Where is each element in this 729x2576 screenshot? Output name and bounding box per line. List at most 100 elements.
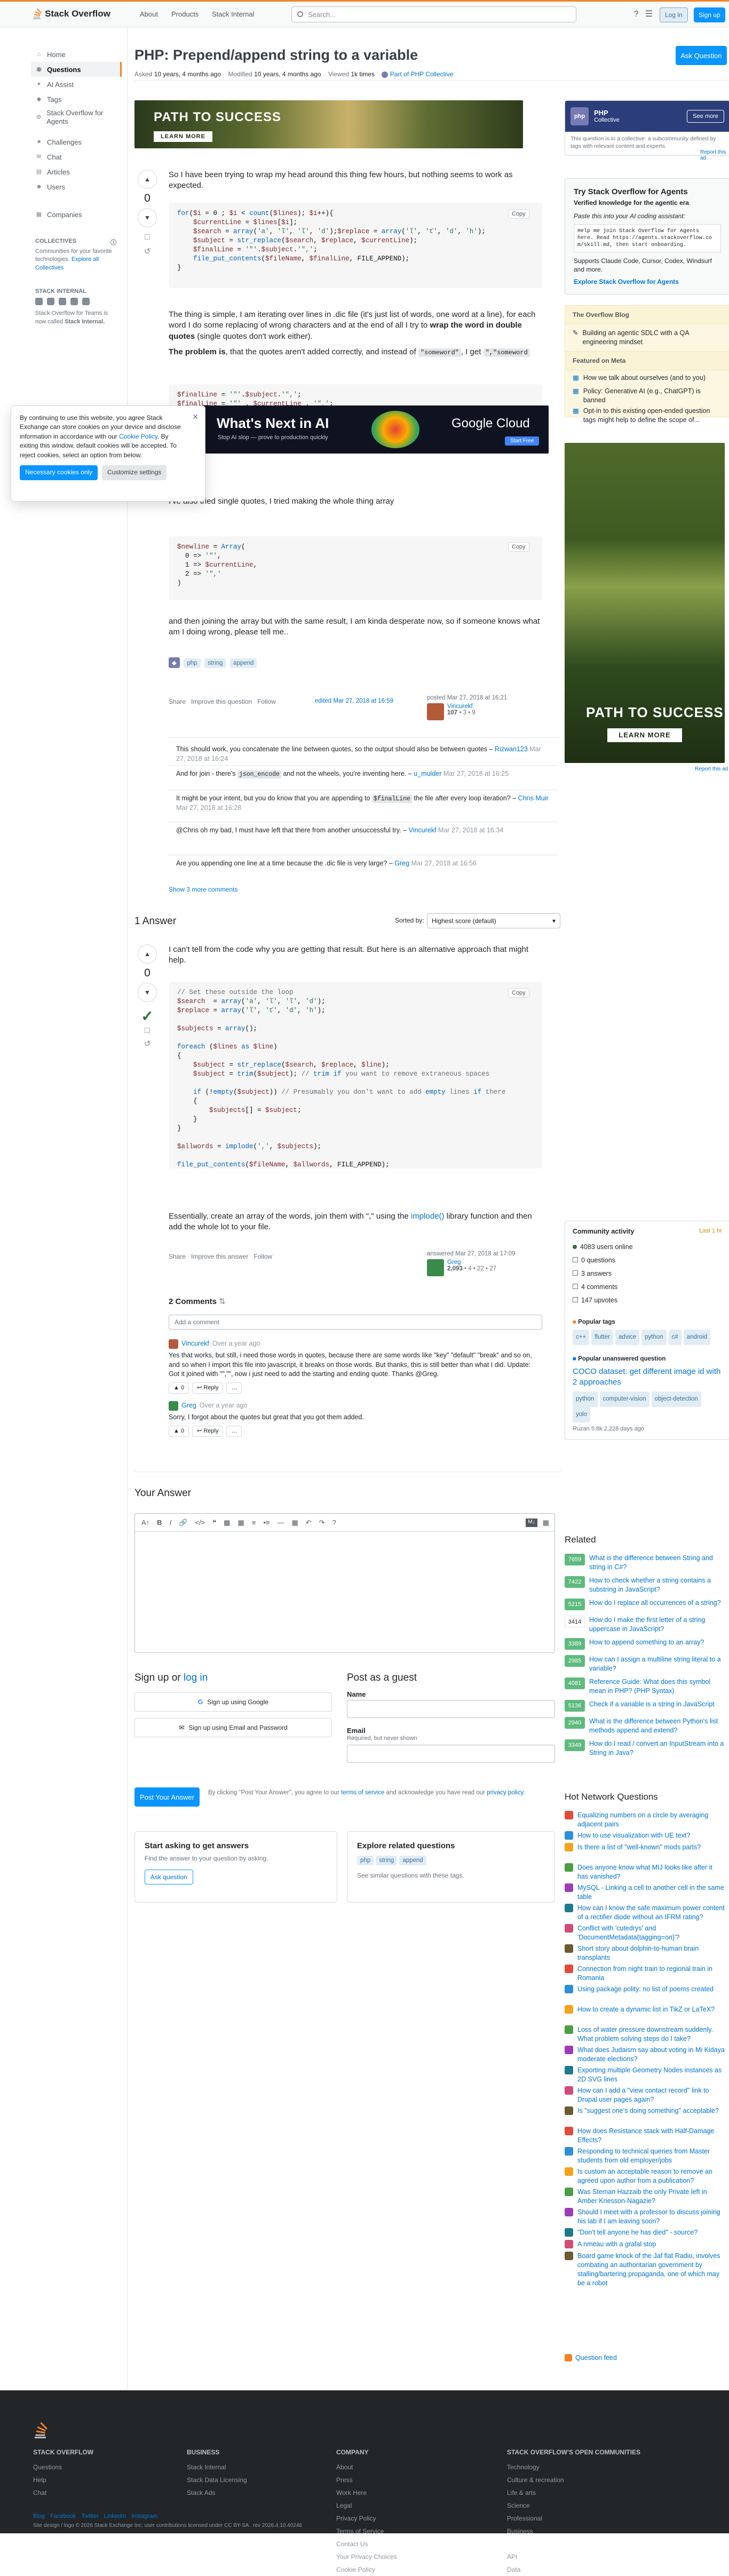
- implode-link[interactable]: implode(): [411, 1212, 445, 1221]
- ptag-0[interactable]: c++: [573, 1330, 590, 1345]
- related-link[interactable]: What is the difference between Python's …: [589, 1717, 725, 1735]
- footer-link[interactable]: Business: [507, 2525, 640, 2538]
- answer-upvote-button[interactable]: ▲: [138, 944, 157, 964]
- answer-history-icon[interactable]: ↺: [137, 1039, 158, 1048]
- nav-articles[interactable]: ▤ Articles: [31, 164, 122, 179]
- nav-questions[interactable]: ◉ Questions: [31, 62, 122, 77]
- privacy-link[interactable]: privacy policy.: [487, 1790, 525, 1796]
- related-link[interactable]: How do I make the first letter of a stri…: [589, 1616, 725, 1634]
- bold-icon[interactable]: B: [157, 1518, 162, 1526]
- agents-link[interactable]: Explore Stack Overflow for Agents: [574, 277, 721, 287]
- undo-icon[interactable]: ↶: [306, 1518, 312, 1527]
- footer-link[interactable]: About: [336, 2461, 397, 2474]
- follow-question[interactable]: Follow: [257, 698, 276, 705]
- cookie-policy-link[interactable]: Cookie Policy: [119, 433, 157, 440]
- hnq-item[interactable]: MySQL - Linking a cell to another cell i…: [565, 1883, 725, 1902]
- comment-date[interactable]: Mar 27, 2018 at 16:25: [441, 770, 509, 777]
- hnq-link[interactable]: Is custom an acceptable reason to remove…: [577, 2167, 725, 2185]
- answerer-avatar[interactable]: [427, 1259, 444, 1276]
- utag-3[interactable]: yolo: [573, 1407, 591, 1422]
- collective-see-more-button[interactable]: See more: [687, 110, 724, 123]
- edited-info[interactable]: edited Mar 27, 2018 at 16:59: [315, 698, 393, 704]
- hnq-item[interactable]: Was Steman Hazzaib the only Private left…: [565, 2188, 725, 2206]
- site-logo[interactable]: Stack Overflow: [32, 8, 110, 20]
- meta-item-3[interactable]: ▦ Opt-in to this existing open-ended ques…: [565, 406, 729, 426]
- hnq-link[interactable]: Conflict with 'cutedrys' and 'DocumentMe…: [577, 1924, 725, 1942]
- footer-link[interactable]: API: [507, 2550, 640, 2563]
- hnq-link[interactable]: How can I add a "view contact record" li…: [577, 2086, 725, 2104]
- signup-google-button[interactable]: G Sign up using Google: [134, 1692, 332, 1712]
- related-link[interactable]: How do I replace all occurrences of a st…: [589, 1599, 721, 1610]
- footer-link[interactable]: Culture & recreation: [507, 2474, 640, 2486]
- hnq-item[interactable]: Is there a list of "well-known" mods par…: [565, 1843, 725, 1852]
- hnq-item[interactable]: How to use visualization with UE text?: [565, 1831, 725, 1840]
- explore-tag-append[interactable]: append: [399, 1856, 426, 1865]
- table-icon[interactable]: ▦: [292, 1518, 298, 1527]
- comment-user[interactable]: Vincurekf: [409, 826, 437, 834]
- report-ad-1[interactable]: Report this ad: [700, 149, 729, 161]
- hnq-link[interactable]: Short story about dolphin-to-human brain…: [577, 1944, 725, 1962]
- collective-name[interactable]: PHP: [594, 109, 620, 117]
- footer-link[interactable]: Legal: [336, 2499, 397, 2512]
- login-button[interactable]: Log in: [660, 7, 688, 22]
- code-block-4[interactable]: // Set these outside the loop $search = a…: [169, 982, 542, 1168]
- improve-question[interactable]: Improve this question: [191, 698, 252, 705]
- agents-code[interactable]: Help me join Stack Overflow for Agents h…: [574, 224, 721, 252]
- related-item[interactable]: 3349 How do I read / convert an InputStre…: [565, 1739, 725, 1758]
- comment-upvote-button[interactable]: ▲ 0: [169, 1382, 189, 1394]
- related-item[interactable]: 7659 What is the difference between Strin…: [565, 1554, 725, 1572]
- footer-link[interactable]: [507, 2538, 640, 2550]
- tag-php[interactable]: php: [184, 658, 201, 668]
- hnq-item[interactable]: Loss of water pressure downstream sudden…: [565, 2025, 725, 2044]
- hnq-item[interactable]: A nmeau with a grafal stop: [565, 2240, 725, 2249]
- hnq-link[interactable]: Does anyone know what MIJ looks like aft…: [577, 1863, 725, 1881]
- related-link[interactable]: How do I read / convert an InputStream i…: [589, 1739, 725, 1758]
- hnq-item[interactable]: Does anyone know what MIJ looks like aft…: [565, 1863, 725, 1881]
- hnq-item[interactable]: Board game knock of the Jaf flat Radio, …: [565, 2252, 725, 2288]
- hnq-link[interactable]: How does Resistance stack with Half-Dama…: [577, 2127, 725, 2145]
- search-input[interactable]: Search...: [291, 6, 576, 22]
- hnq-link[interactable]: Is there a list of "well-known" mods par…: [577, 1843, 701, 1852]
- related-item[interactable]: 5136 Check if a variable is a string in J…: [565, 1700, 725, 1712]
- report-ad-2[interactable]: Report this ad: [695, 766, 728, 772]
- related-item[interactable]: 4081 Reference Guide: What does this symb…: [565, 1677, 725, 1696]
- footer-link[interactable]: Questions: [33, 2461, 93, 2474]
- post-answer-button[interactable]: Post Your Answer: [134, 1787, 200, 1807]
- related-link[interactable]: How to append something to an array?: [589, 1638, 704, 1650]
- code-icon[interactable]: </>: [195, 1518, 205, 1526]
- hnq-link[interactable]: Loss of water pressure downstream sudden…: [577, 2025, 725, 2044]
- nav-ai-assist[interactable]: ✦ AI Assist: [31, 77, 122, 92]
- hnq-link[interactable]: "Don't tell anyone he has died" - source…: [577, 2228, 698, 2237]
- share-question[interactable]: Share: [169, 698, 186, 705]
- ask-question-button[interactable]: Ask Question: [676, 46, 727, 65]
- related-link[interactable]: Reference Guide: What does this symbol m…: [589, 1677, 725, 1696]
- side-ad-banner[interactable]: PATH TO SUCCESS LEARN MORE: [565, 443, 725, 763]
- copy-code-3-button[interactable]: Copy: [508, 542, 529, 552]
- hnq-item[interactable]: How to create a dynamic list in TikZ or …: [565, 2005, 725, 2014]
- social-instagram[interactable]: Instagram: [131, 2513, 157, 2519]
- hnq-item[interactable]: "Don't tell anyone he has died" - source…: [565, 2228, 725, 2237]
- footer-link[interactable]: Data: [507, 2563, 640, 2576]
- snippet-icon[interactable]: ▦: [237, 1518, 244, 1527]
- inline-ad-google[interactable]: What's Next in AI Stop AI slop — prove t…: [169, 406, 549, 454]
- related-item[interactable]: 7422 How to check whether a string contai…: [565, 1576, 725, 1594]
- hnq-link[interactable]: A nmeau with a grafal stop: [577, 2240, 656, 2249]
- footer-link[interactable]: Stack Data Licensing: [187, 2474, 247, 2486]
- hnq-link[interactable]: What does Judaism say about voting in Mi…: [577, 2046, 725, 2064]
- markdown-toggle-icon[interactable]: M↓: [526, 1518, 537, 1527]
- inbox-icon[interactable]: ☰: [644, 9, 654, 20]
- comment-more-icon[interactable]: …: [226, 1425, 242, 1437]
- ordered-list-icon[interactable]: ≡: [252, 1518, 256, 1526]
- copy-code-1-button[interactable]: Copy: [508, 209, 529, 219]
- signup-button[interactable]: Sign up: [694, 7, 725, 22]
- hnq-item[interactable]: Short story about dolphin-to-human brain…: [565, 1944, 725, 1962]
- footer-link[interactable]: Professional: [507, 2512, 640, 2525]
- hnq-link[interactable]: How can I know the safe maximum power co…: [577, 1904, 725, 1922]
- nav-about[interactable]: About: [140, 10, 158, 18]
- comment-avatar[interactable]: [169, 1339, 178, 1349]
- footer-link[interactable]: Stack Internal: [187, 2461, 247, 2474]
- hnq-item[interactable]: Connection from night train to regional …: [565, 1965, 725, 1983]
- code-block-1[interactable]: for($i = 0 ; $i < count($lines); $i++){ …: [169, 203, 542, 288]
- nav-users[interactable]: ☻ Users: [31, 179, 122, 194]
- nav-stack-internal[interactable]: Stack Internal: [212, 10, 255, 18]
